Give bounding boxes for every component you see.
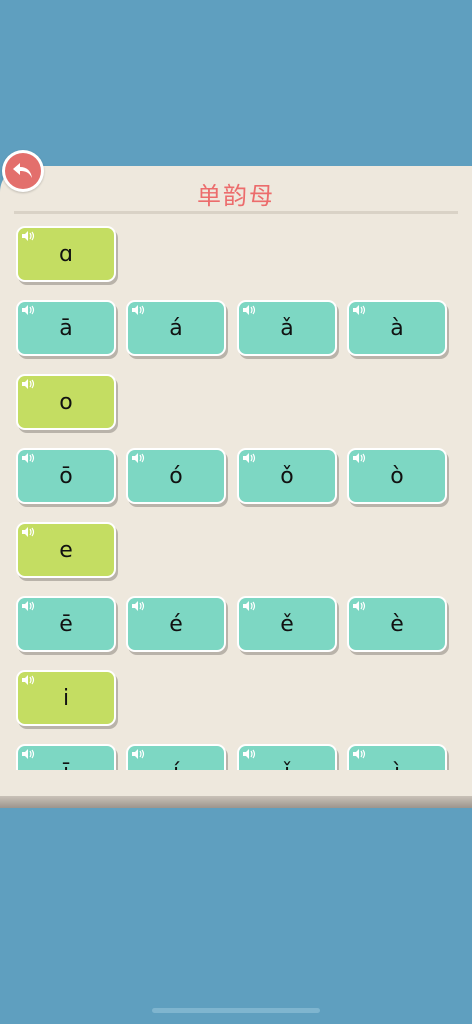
pinyin-card-tone3[interactable]: ǐ [237,744,337,770]
pinyin-card-tone2[interactable]: á [126,300,226,356]
pinyin-card-tone4[interactable]: à [347,300,447,356]
pinyin-letter: ō [59,463,73,489]
pinyin-letter: ì [394,760,400,771]
tone-row: ī í ǐ ì [16,744,456,770]
pinyin-letter: é [169,611,183,637]
speaker-icon [22,749,35,759]
pinyin-card-tone4[interactable]: è [347,596,447,652]
speaker-icon [132,305,145,315]
pinyin-letter: á [169,315,183,341]
title-divider [14,211,458,214]
speaker-icon [353,749,366,759]
pinyin-letter: ē [59,611,73,637]
base-row: e [16,522,456,580]
tone-row: ō ó ǒ ò [16,448,456,506]
pinyin-card-base[interactable]: ɑ [16,226,116,282]
pinyin-letter: ɑ [59,241,73,267]
tone-row: ē é ě è [16,596,456,654]
speaker-icon [243,601,256,611]
speaker-icon [132,453,145,463]
speaker-icon [243,453,256,463]
pinyin-letter: e [59,537,73,563]
speaker-icon [22,527,35,537]
speaker-icon [132,749,145,759]
speaker-icon [243,749,256,759]
pinyin-letter: í [173,760,179,771]
speaker-icon [22,601,35,611]
book-edge [0,796,472,808]
pinyin-letter: ǒ [280,463,294,489]
pinyin-card-tone2[interactable]: ó [126,448,226,504]
pinyin-card-tone3[interactable]: ǎ [237,300,337,356]
pinyin-card-base[interactable]: i [16,670,116,726]
base-row: o [16,374,456,432]
pinyin-letter: ǎ [280,315,294,341]
speaker-icon [132,601,145,611]
pinyin-card-base[interactable]: o [16,374,116,430]
base-row: ɑ [16,226,456,284]
pinyin-card-tone2[interactable]: í [126,744,226,770]
tone-row: ā á ǎ à [16,300,456,358]
speaker-icon [22,305,35,315]
pinyin-letter: à [390,315,404,341]
pinyin-letter: è [390,611,404,637]
pinyin-letter: ó [169,463,183,489]
base-row: i [16,670,456,728]
pinyin-letter: ò [390,463,404,489]
pinyin-letter: o [59,389,73,415]
pinyin-card-tone3[interactable]: ě [237,596,337,652]
pinyin-card-tone2[interactable]: é [126,596,226,652]
pinyin-card-tone1[interactable]: ō [16,448,116,504]
pinyin-card-tone1[interactable]: ā [16,300,116,356]
pinyin-card-tone3[interactable]: ǒ [237,448,337,504]
pinyin-letter: ā [59,315,73,341]
pinyin-letter: i [62,685,70,711]
speaker-icon [243,305,256,315]
speaker-icon [353,453,366,463]
pinyin-card-tone4[interactable]: ì [347,744,447,770]
pinyin-card-base[interactable]: e [16,522,116,578]
pinyin-letter: ǐ [284,760,290,771]
pinyin-card-tone1[interactable]: ē [16,596,116,652]
pinyin-card-tone4[interactable]: ò [347,448,447,504]
speaker-icon [353,305,366,315]
speaker-icon [22,453,35,463]
page-title: 单韵母 [197,182,275,210]
pinyin-grid[interactable]: ɑ ā á ǎ à o ō ó ǒ ò e ē é ě è i [0,224,472,770]
pinyin-card-tone1[interactable]: ī [16,744,116,770]
speaker-icon [22,231,35,241]
speaker-icon [22,379,35,389]
pinyin-letter: ě [280,611,294,637]
pinyin-letter: ī [63,760,69,771]
home-indicator[interactable] [152,1008,320,1013]
speaker-icon [22,675,35,685]
speaker-icon [353,601,366,611]
